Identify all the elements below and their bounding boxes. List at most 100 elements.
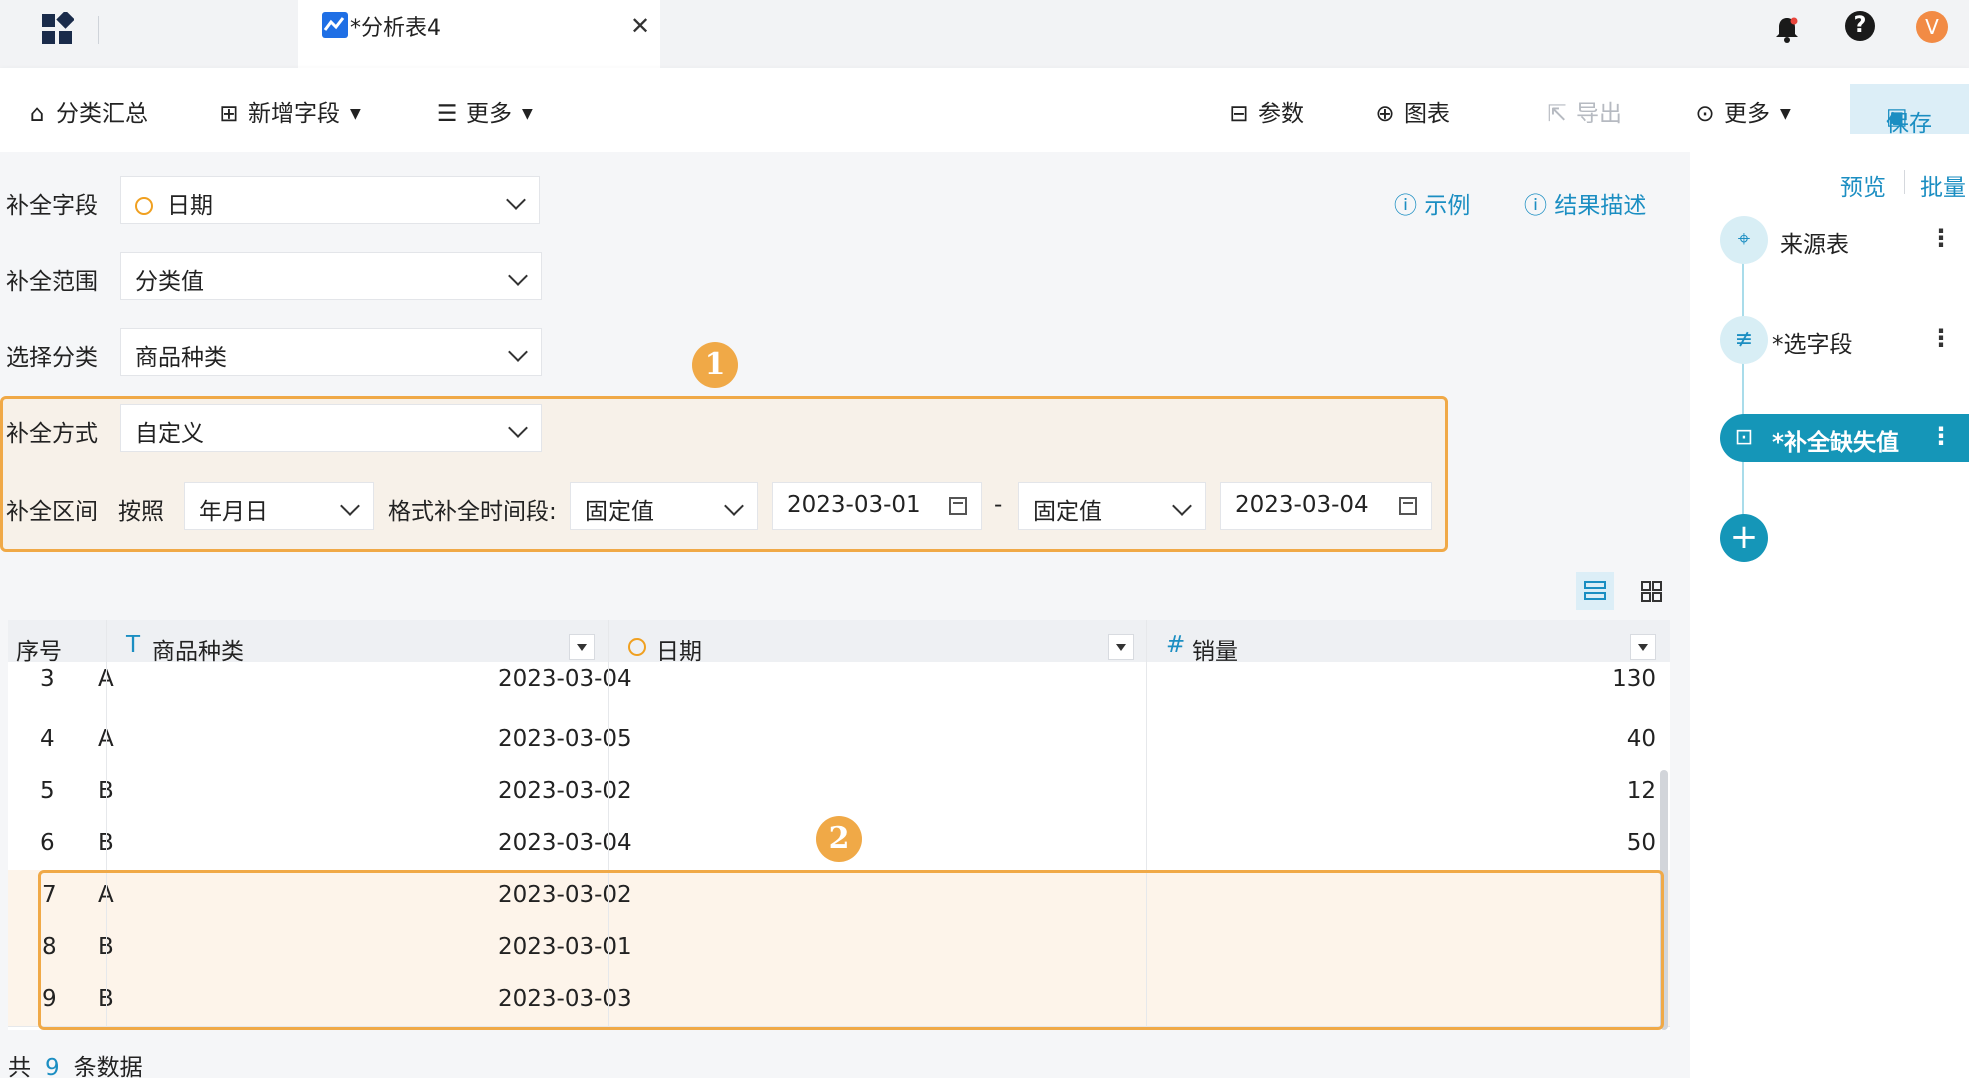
column-header-index: 序号 xyxy=(16,639,62,665)
clock-icon xyxy=(628,634,646,660)
cell-date: 2023-03-03 xyxy=(498,986,632,1012)
add-step-button[interactable]: + xyxy=(1720,514,1768,562)
end-date-input[interactable]: 2023-03-04 xyxy=(1220,482,1432,530)
granularity-value: 年月日 xyxy=(199,499,268,525)
example-link[interactable]: ⓘ 示例 xyxy=(1394,186,1470,220)
batch-link[interactable]: 批量 xyxy=(1920,168,1966,202)
fill-method-value: 自定义 xyxy=(135,421,204,447)
question-circle-icon: ⓘ xyxy=(1394,193,1425,219)
plus-circle-icon: ⊕ xyxy=(1375,101,1395,127)
table-row[interactable]: 7A2023-03-02 xyxy=(8,870,1670,923)
end-type-select[interactable]: 固定值 xyxy=(1018,482,1206,530)
start-date-input[interactable]: 2023-03-01 xyxy=(772,482,982,530)
table-row[interactable]: 9B2023-03-03 xyxy=(8,974,1670,1027)
chevron-down-icon xyxy=(508,418,528,438)
table-row[interactable]: 8B2023-03-01 xyxy=(8,922,1670,975)
cell-sales: 40 xyxy=(1626,726,1656,752)
avatar[interactable]: V xyxy=(1916,11,1948,43)
params-label: 参数 xyxy=(1258,101,1304,127)
more-circle-icon: ⊙ xyxy=(1695,101,1715,127)
end-date-value: 2023-03-04 xyxy=(1235,492,1369,518)
fill-field-label: 补全字段 xyxy=(6,193,98,219)
add-field-label: 新增字段 xyxy=(248,101,340,127)
cell-index: 7 xyxy=(42,882,57,908)
flow-step-box: *补全缺失值 ⋮ xyxy=(1756,414,1969,462)
column-menu-dropdown[interactable] xyxy=(1630,634,1656,660)
save-button[interactable]: ▣ 保存 xyxy=(1850,84,1969,137)
more-right-button[interactable]: ⊙ 更多 ▼ xyxy=(1692,94,1791,128)
column-header-category[interactable]: 商品种类 xyxy=(152,632,244,666)
table-row[interactable]: 5B2023-03-0212 xyxy=(8,766,1670,819)
caret-down-icon: ▼ xyxy=(1780,106,1791,122)
list-view-icon xyxy=(1584,581,1606,600)
text-type-icon: T xyxy=(126,632,141,658)
number-type-icon: # xyxy=(1166,632,1186,658)
preview-link[interactable]: 预览 xyxy=(1840,168,1886,202)
close-icon[interactable]: ✕ xyxy=(630,12,650,40)
cell-date: 2023-03-05 xyxy=(498,726,632,752)
target-icon: ⌖ xyxy=(1720,216,1768,264)
column-divider xyxy=(1146,620,1147,1030)
more-left-button[interactable]: ☰ 更多 ▼ xyxy=(434,94,533,128)
calendar-icon[interactable] xyxy=(949,497,967,515)
chevron-down-icon xyxy=(1172,496,1192,516)
group-summary-label: 分类汇总 xyxy=(56,101,148,127)
format-label: 格式补全时间段: xyxy=(388,499,557,525)
chart-button[interactable]: ⊕ 图表 xyxy=(1372,94,1450,128)
table-row[interactable]: 3A2023-03-04130 xyxy=(8,662,1670,715)
export-button[interactable]: ⇱ 导出 xyxy=(1544,94,1622,128)
column-divider xyxy=(106,620,107,1030)
by-label: 按照 xyxy=(118,499,164,525)
cell-index: 8 xyxy=(42,934,57,960)
column-header-date[interactable]: 日期 xyxy=(656,632,702,666)
fill-method-select[interactable]: 自定义 xyxy=(120,404,542,452)
select-category-select[interactable]: 商品种类 xyxy=(120,328,542,376)
more-vertical-icon[interactable]: ⋮ xyxy=(1929,422,1953,450)
grid-view-icon xyxy=(1641,581,1662,602)
table-scrollbar[interactable] xyxy=(1660,770,1668,1030)
result-description-link[interactable]: ⓘ 结果描述 xyxy=(1524,186,1646,220)
add-field-button[interactable]: ⊞ 新增字段 ▼ xyxy=(216,94,360,128)
cell-sales: 12 xyxy=(1626,778,1656,804)
chevron-down-icon xyxy=(724,496,744,516)
list-view-toggle[interactable] xyxy=(1576,572,1614,610)
apps-grid-icon[interactable] xyxy=(40,12,74,46)
column-menu-dropdown[interactable] xyxy=(1108,634,1134,660)
group-summary-button[interactable]: ⌂ 分类汇总 xyxy=(24,94,148,128)
table-row[interactable]: 4A2023-03-0540 xyxy=(8,714,1670,767)
params-button[interactable]: ⊟ 参数 xyxy=(1226,94,1304,128)
row-count-suffix: 条数据 xyxy=(73,1055,143,1081)
start-type-select[interactable]: 固定值 xyxy=(570,482,758,530)
flow-connector xyxy=(1742,262,1744,530)
callout-badge-1: 1 xyxy=(692,342,738,388)
help-icon[interactable]: ? xyxy=(1845,11,1875,41)
list-icon: ☰ xyxy=(436,101,458,127)
flow-step-box: *选字段 ⋮ xyxy=(1756,316,1969,364)
select-category-value: 商品种类 xyxy=(135,345,227,371)
column-menu-dropdown[interactable] xyxy=(569,634,595,660)
chevron-down-icon xyxy=(506,190,526,210)
flow-step-fill-missing[interactable]: *补全缺失值 ⋮ ⊡ xyxy=(1720,414,1969,462)
more-vertical-icon[interactable]: ⋮ xyxy=(1929,324,1953,352)
bell-icon[interactable] xyxy=(1772,14,1802,44)
grid-view-toggle[interactable] xyxy=(1632,572,1670,610)
clock-icon xyxy=(135,197,153,215)
cell-sales: 50 xyxy=(1626,830,1656,856)
analysis-table-icon xyxy=(322,12,348,38)
fill-field-select[interactable]: 日期 xyxy=(120,176,540,224)
flow-step-source-table[interactable]: 来源表 ⋮ ⌖ xyxy=(1720,216,1969,264)
flow-step-select-fields[interactable]: *选字段 ⋮ ≢ xyxy=(1720,316,1969,364)
params-icon: ⊟ xyxy=(1229,101,1249,127)
flow-step-label: *补全缺失值 xyxy=(1772,430,1900,456)
select-fields-icon: ≢ xyxy=(1720,316,1768,364)
cell-index: 3 xyxy=(40,666,55,692)
cell-date: 2023-03-04 xyxy=(498,666,632,692)
select-category-label: 选择分类 xyxy=(6,345,98,371)
start-date-value: 2023-03-01 xyxy=(787,492,921,518)
granularity-select[interactable]: 年月日 xyxy=(184,482,374,530)
cell-date: 2023-03-01 xyxy=(498,934,632,960)
fill-range-select[interactable]: 分类值 xyxy=(120,252,542,300)
column-header-sales[interactable]: 销量 xyxy=(1192,632,1238,666)
more-vertical-icon[interactable]: ⋮ xyxy=(1929,224,1953,252)
calendar-icon[interactable] xyxy=(1399,497,1417,515)
